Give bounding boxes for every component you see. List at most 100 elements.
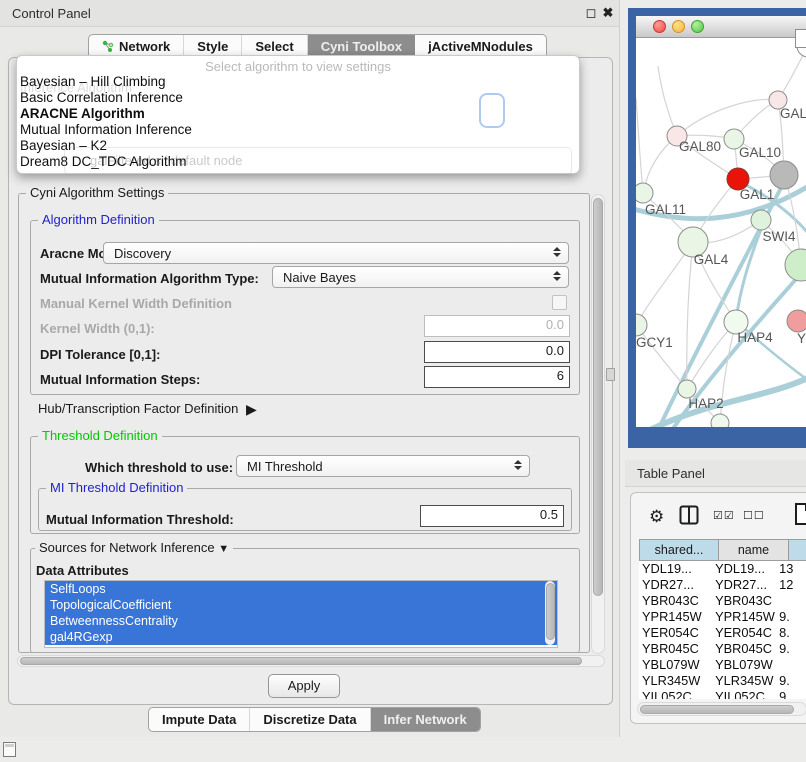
- document-icon[interactable]: [794, 502, 806, 526]
- attribute-item-selfloops[interactable]: SelfLoops: [45, 581, 557, 597]
- unchecked-boxes-icon[interactable]: ☐☐: [743, 509, 765, 522]
- table-cell: 12: [776, 577, 806, 593]
- collapsed-arrow-icon[interactable]: ▶: [246, 401, 257, 417]
- table-row[interactable]: YLR345WYLR345W9.: [639, 673, 806, 689]
- attribute-item-betweennesscentrality[interactable]: BetweennessCentrality: [45, 613, 557, 629]
- mi-threshold-definition-title: MI Threshold Definition: [46, 480, 187, 495]
- node-label-gal4: GAL4: [694, 252, 729, 267]
- tab-discretize-data[interactable]: Discretize Data: [250, 708, 370, 731]
- zoom-traffic-light-icon[interactable]: [691, 20, 704, 33]
- column-header-name[interactable]: name: [719, 539, 789, 561]
- docked-panel-icon[interactable]: [3, 742, 16, 757]
- which-threshold-value: MI Threshold: [247, 459, 323, 474]
- network-node-gal11[interactable]: [636, 183, 653, 203]
- hub-definition-label: Hub/Transcription Factor Definition: [38, 401, 238, 416]
- table-hscrollbar[interactable]: [637, 702, 806, 716]
- combo-spinner-icon: [553, 247, 561, 257]
- tab-label: Infer Network: [384, 712, 467, 727]
- node-label-gal10: GAL10: [739, 145, 781, 160]
- network-window-titlebar[interactable]: [636, 16, 806, 38]
- which-threshold-label: Which threshold to use:: [85, 460, 233, 475]
- settings-vscrollbar[interactable]: [591, 194, 605, 654]
- table-cell: YPR145W: [639, 609, 712, 625]
- algorithm-option-bayesian-k2[interactable]: Bayesian – K2: [17, 138, 579, 154]
- attribute-item-topologicalcoefficient[interactable]: TopologicalCoefficient: [45, 597, 557, 613]
- checked-boxes-icon[interactable]: ☑☑: [713, 509, 735, 522]
- algorithm-option-aracne-algorithm[interactable]: ARACNE Algorithm: [17, 106, 579, 122]
- apply-button[interactable]: Apply: [268, 674, 340, 698]
- table-cell: YLR345W: [712, 673, 776, 689]
- kernel-width-field[interactable]: 0.0: [424, 315, 570, 337]
- network-node[interactable]: [785, 249, 806, 281]
- table-row[interactable]: YBR045CYBR045C9.: [639, 641, 806, 657]
- list-vscrollbar-thumb[interactable]: [546, 583, 555, 640]
- network-node-swi4[interactable]: [751, 210, 771, 230]
- settings-hscrollbar-thumb[interactable]: [20, 657, 582, 665]
- attribute-item-gal4rgexp[interactable]: gal4RGexp: [45, 629, 557, 645]
- table-cell: YBR045C: [639, 641, 712, 657]
- table-row[interactable]: YPR145WYPR145W9.: [639, 609, 806, 625]
- split-columns-icon[interactable]: [679, 505, 699, 525]
- settings-hscrollbar[interactable]: [17, 655, 605, 667]
- node-label-y: Y: [797, 331, 806, 346]
- hub-definition-toggle[interactable]: Hub/Transcription Factor Definition ▶: [38, 400, 253, 417]
- tab-label: Network: [119, 39, 170, 54]
- float-window-icon[interactable]: ◻: [583, 5, 599, 21]
- algorithm-option-basic-correlation-inference[interactable]: Basic Correlation Inference: [17, 90, 579, 106]
- panel-splitter-grip[interactable]: [606, 368, 615, 381]
- network-canvas[interactable]: GALGAL80GAL10GAL1GAL11SWI4GAL4GCY1HAP4YH…: [636, 38, 806, 427]
- table-row[interactable]: YBL079WYBL079W: [639, 657, 806, 673]
- dpi-tolerance-field[interactable]: 0.0: [424, 341, 570, 363]
- algorithm-option-dream8-dc-tdc-algorithm[interactable]: Dream8 DC_TDC Algorithm: [17, 154, 579, 170]
- table-row[interactable]: YBR043CYBR043C: [639, 593, 806, 609]
- settings-vscrollbar-thumb[interactable]: [593, 198, 603, 596]
- gear-icon[interactable]: ⚙: [649, 507, 664, 527]
- column-header-a[interactable]: A: [789, 539, 806, 561]
- table-row[interactable]: YDL19...YDL19...13: [639, 561, 806, 577]
- tab-impute-data[interactable]: Impute Data: [149, 708, 250, 731]
- close-traffic-light-icon[interactable]: [653, 20, 666, 33]
- expanded-arrow-icon[interactable]: ▼: [218, 543, 229, 555]
- column-header-shared[interactable]: shared...: [639, 539, 719, 561]
- kernel-width-label: Kernel Width (0,1):: [40, 321, 155, 336]
- node-label-swi4: SWI4: [762, 229, 795, 244]
- node-label-gal1: GAL1: [740, 187, 775, 202]
- manual-kernel-label: Manual Kernel Width Definition: [40, 296, 232, 311]
- manual-kernel-checkbox[interactable]: [552, 295, 567, 310]
- node-label-hap2: HAP2: [688, 396, 723, 411]
- close-window-icon[interactable]: ✖: [600, 5, 616, 21]
- network-node-y[interactable]: [787, 310, 806, 332]
- dropdown-prompt: Select algorithm to view settings: [17, 56, 579, 74]
- aracne-mode-combo[interactable]: Discovery: [103, 242, 569, 264]
- sources-group-title[interactable]: Sources for Network Inference ▼: [35, 540, 233, 555]
- which-threshold-combo[interactable]: MI Threshold: [236, 455, 530, 477]
- table-hscrollbar-thumb[interactable]: [640, 705, 794, 714]
- table-cell: 9.: [776, 641, 806, 657]
- network-node[interactable]: [770, 161, 798, 189]
- threshold-definition-title: Threshold Definition: [38, 428, 162, 443]
- table-cell: YBR043C: [639, 593, 712, 609]
- table-row[interactable]: YER054CYER054C8.: [639, 625, 806, 641]
- mi-type-combo[interactable]: Naive Bayes: [272, 266, 569, 288]
- minimize-traffic-light-icon[interactable]: [672, 20, 685, 33]
- network-node-gcy1[interactable]: [636, 314, 647, 336]
- mi-steps-field[interactable]: 6: [424, 366, 570, 388]
- table-row[interactable]: YDR27...YDR27...12: [639, 577, 806, 593]
- table-cell: YLR345W: [639, 673, 712, 689]
- table-row[interactable]: YIL052CYIL052C9: [639, 689, 806, 699]
- table-cell: YBR045C: [712, 641, 776, 657]
- table-cell: 9.: [776, 673, 806, 689]
- table-panel-window: ⚙ ☑☑ ☐☐ shared...nameA YDL19...YDL19...1…: [630, 492, 806, 724]
- tab-infer-network[interactable]: Infer Network: [371, 708, 480, 731]
- algorithm-option-mutual-information-inference[interactable]: Mutual Information Inference: [17, 122, 579, 138]
- sources-title-text: Sources for Network Inference: [39, 540, 215, 555]
- table-panel-titlebar: Table Panel: [625, 460, 806, 487]
- network-node[interactable]: [711, 414, 729, 427]
- mi-threshold-field[interactable]: 0.5: [420, 505, 564, 527]
- table-cell: YDL19...: [639, 561, 712, 577]
- control-panel-title: Control Panel: [12, 6, 91, 21]
- list-vscrollbar[interactable]: [545, 581, 555, 645]
- table-cell: 13: [776, 561, 806, 577]
- algorithm-option-bayesian-hill-climbing[interactable]: Bayesian – Hill Climbing: [17, 74, 579, 90]
- network-corner-widget[interactable]: [795, 29, 806, 48]
